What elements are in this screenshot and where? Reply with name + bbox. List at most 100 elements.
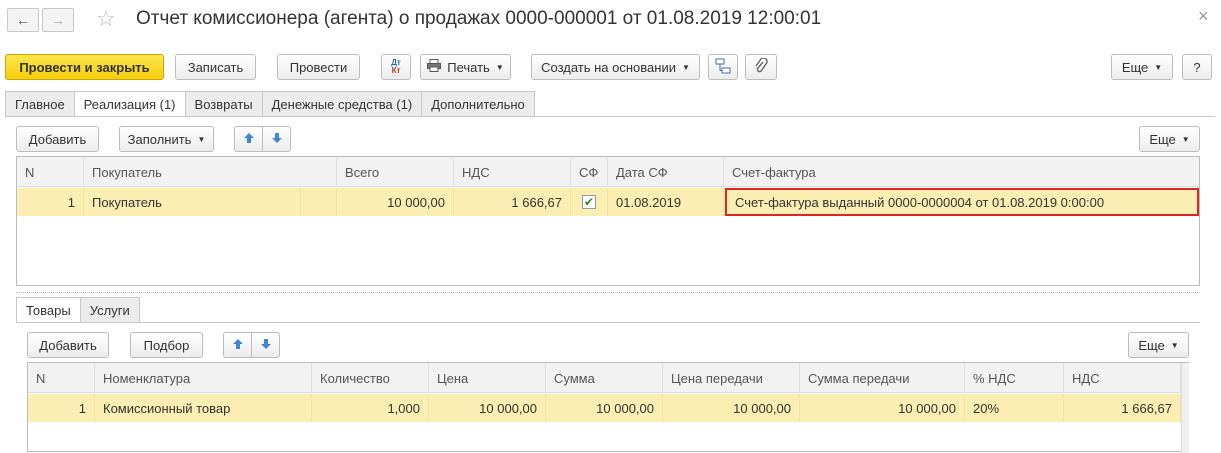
cell-total[interactable]: 10 000,00 [337, 188, 454, 216]
col-vat-rate[interactable]: % НДС [965, 363, 1064, 393]
col-vat[interactable]: НДС [1064, 363, 1181, 393]
cell-item[interactable]: Комиссионный товар [95, 394, 312, 422]
back-button[interactable]: ← [7, 8, 39, 32]
cell-sf: ✔ [571, 188, 608, 216]
checkmark-icon: ✔ [583, 195, 595, 209]
arrow-right-icon: → [51, 12, 65, 28]
help-button[interactable]: ? [1182, 54, 1212, 80]
arrow-down-icon [271, 132, 283, 147]
create-based-on-button[interactable]: Создать на основании ▼ [531, 54, 700, 80]
arrow-up-icon [232, 338, 244, 353]
sub-tabs: Товары Услуги [16, 297, 140, 323]
cell-vat[interactable]: 1 666,67 [454, 188, 571, 216]
cell-transfer-price[interactable]: 10 000,00 [663, 394, 800, 422]
tab-money[interactable]: Денежные средства (1) [261, 91, 423, 116]
table-header: N Покупатель Всего НДС СФ Дата СФ Счет-ф… [17, 157, 1199, 187]
cell-qty[interactable]: 1,000 [312, 394, 429, 422]
move-up-button[interactable] [234, 126, 263, 152]
structure-button[interactable] [708, 54, 738, 80]
forward-button[interactable]: → [42, 8, 74, 32]
cell-invoice[interactable]: Счет-фактура выданный 0000-0000004 от 01… [725, 188, 1199, 216]
move-down-button[interactable] [262, 126, 291, 152]
close-icon[interactable]: × [1198, 6, 1209, 27]
col-item[interactable]: Номенклатура [95, 363, 312, 393]
realization-table: N Покупатель Всего НДС СФ Дата СФ Счет-ф… [16, 156, 1200, 286]
goods-more-button[interactable]: Еще ▼ [1128, 332, 1189, 358]
cell-sf-date[interactable]: 01.08.2019 [608, 188, 724, 216]
more-label: Еще [1138, 337, 1165, 353]
table-row[interactable]: 1 Покупатель 10 000,00 1 666,67 ✔ 01.08.… [17, 188, 1199, 216]
more-label: Еще [1149, 131, 1176, 147]
post-button[interactable]: Провести [277, 54, 360, 80]
create-based-label: Создать на основании [541, 59, 676, 75]
page-title: Отчет комиссионера (агента) о продажах 0… [136, 8, 822, 29]
dt-kt-button[interactable]: Дт Кт [381, 54, 411, 80]
chevron-down-icon: ▼ [1181, 134, 1190, 144]
cell-buyer-extra [301, 188, 337, 216]
col-transfer-price[interactable]: Цена передачи [663, 363, 800, 393]
goods-move-up-button[interactable] [223, 332, 252, 358]
fill-button[interactable]: Заполнить ▼ [119, 126, 214, 152]
tab-additional[interactable]: Дополнительно [421, 91, 535, 116]
col-sf[interactable]: СФ [571, 157, 608, 187]
table-header: N Номенклатура Количество Цена Сумма Цен… [28, 363, 1188, 393]
table-row[interactable]: 1 Комиссионный товар 1,000 10 000,00 10 … [28, 394, 1188, 422]
tab-services[interactable]: Услуги [79, 297, 140, 322]
save-button[interactable]: Записать [175, 54, 256, 80]
cell-vat-rate[interactable]: 20% [965, 394, 1064, 422]
col-sf-date[interactable]: Дата СФ [608, 157, 724, 187]
col-vat[interactable]: НДС [454, 157, 571, 187]
vertical-scrollbar[interactable] [1181, 363, 1189, 453]
sf-checkbox[interactable]: ✔ [582, 195, 596, 209]
goods-move-down-button[interactable] [251, 332, 280, 358]
arrow-up-icon [243, 132, 255, 147]
realization-more-button[interactable]: Еще ▼ [1139, 126, 1200, 152]
paperclip-icon [754, 56, 768, 77]
col-buyer[interactable]: Покупатель [84, 157, 337, 187]
tab-goods[interactable]: Товары [16, 297, 81, 323]
col-n[interactable]: N [17, 157, 84, 187]
chevron-down-icon: ▼ [495, 62, 504, 72]
more-label: Еще [1121, 59, 1149, 75]
arrow-down-icon [260, 338, 272, 353]
post-and-close-button[interactable]: Провести и закрыть [5, 54, 164, 80]
col-qty[interactable]: Количество [312, 363, 429, 393]
print-button[interactable]: Печать ▼ [420, 54, 511, 80]
chevron-down-icon: ▼ [1154, 62, 1163, 72]
tabs-divider [5, 116, 1215, 117]
chevron-down-icon: ▼ [681, 62, 690, 72]
subtabs-divider [16, 322, 1200, 323]
star-icon[interactable]: ☆ [96, 6, 116, 32]
col-n[interactable]: N [28, 363, 95, 393]
more-button[interactable]: Еще ▼ [1111, 54, 1173, 80]
main-tabs: Главное Реализация (1) Возвраты Денежные… [5, 91, 535, 117]
add-button[interactable]: Добавить [16, 126, 99, 152]
col-total[interactable]: Всего [337, 157, 454, 187]
cell-transfer-sum[interactable]: 10 000,00 [800, 394, 965, 422]
cell-n: 1 [17, 188, 84, 216]
cell-vat[interactable]: 1 666,67 [1064, 394, 1181, 422]
printer-icon [427, 59, 442, 75]
tab-main[interactable]: Главное [5, 91, 75, 116]
col-price[interactable]: Цена [429, 363, 546, 393]
tab-realization[interactable]: Реализация (1) [73, 91, 186, 117]
cell-price[interactable]: 10 000,00 [429, 394, 546, 422]
print-label: Печать [447, 59, 490, 75]
col-transfer-sum[interactable]: Сумма передачи [800, 363, 965, 393]
cell-buyer[interactable]: Покупатель [84, 188, 301, 216]
goods-table: N Номенклатура Количество Цена Сумма Цен… [27, 362, 1189, 453]
kt-label: Кт [391, 66, 401, 75]
attach-button[interactable] [745, 54, 777, 80]
splitter[interactable] [16, 292, 1200, 293]
pick-button[interactable]: Подбор [130, 332, 203, 358]
cell-n: 1 [28, 394, 95, 422]
arrow-left-icon: ← [16, 12, 30, 28]
chevron-down-icon: ▼ [1170, 340, 1179, 350]
cell-sum[interactable]: 10 000,00 [546, 394, 663, 422]
col-invoice[interactable]: Счет-фактура [724, 157, 1201, 187]
goods-add-button[interactable]: Добавить [27, 332, 109, 358]
fill-label: Заполнить [127, 131, 192, 147]
tab-returns[interactable]: Возвраты [184, 91, 263, 116]
structure-icon [715, 58, 731, 77]
col-sum[interactable]: Сумма [546, 363, 663, 393]
